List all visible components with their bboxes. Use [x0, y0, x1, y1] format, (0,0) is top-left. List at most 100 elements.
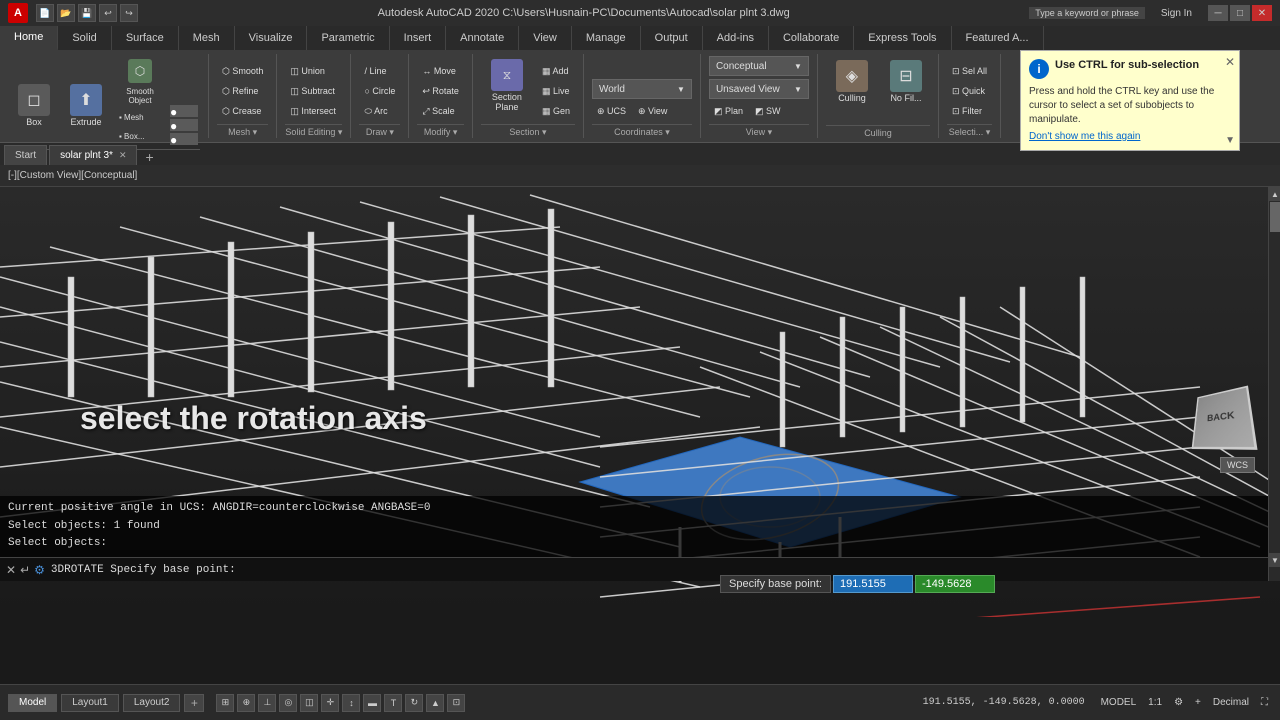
3dosnap-toggle[interactable]: ▲ — [426, 694, 444, 712]
small-btn-1[interactable]: ▪ Mesh — [114, 108, 166, 126]
plus-btn[interactable]: + — [1191, 697, 1205, 708]
undo-btn[interactable]: ↩ — [99, 4, 117, 22]
sign-in-btn[interactable]: Sign In — [1161, 8, 1192, 19]
tp-toggle[interactable]: T — [384, 694, 402, 712]
fullscreen-btn[interactable]: ⛶ — [1257, 697, 1272, 708]
tooltip-close-btn[interactable]: ✕ — [1225, 55, 1235, 69]
add-layout-btn[interactable]: + — [184, 694, 204, 712]
tab-output[interactable]: Output — [641, 26, 703, 50]
cmd-gear-icon[interactable]: ⚙ — [34, 563, 45, 577]
world-dropdown[interactable]: World ▼ — [592, 79, 692, 99]
lw-toggle[interactable]: ▬ — [363, 694, 381, 712]
settings-btn[interactable]: ⚙ — [1170, 697, 1187, 708]
tooltip-expand-icon[interactable]: ▼ — [1225, 135, 1235, 146]
select-btn-1[interactable]: ⊡ Sel All — [947, 62, 992, 80]
tab-add-button[interactable]: + — [139, 149, 159, 165]
mesh-btn-1[interactable]: ⬡ Smooth — [217, 62, 268, 80]
coord-btn-2[interactable]: ⊕ View — [633, 102, 672, 120]
select-btn-3[interactable]: ⊡ Filter — [947, 102, 992, 120]
conceptual-dropdown[interactable]: Conceptual ▼ — [709, 56, 809, 76]
right-scrollbar[interactable]: ▲ ▼ — [1268, 187, 1280, 581]
navcube-face[interactable]: BACK — [1192, 386, 1258, 450]
dyn-ucs-toggle[interactable]: ⊡ — [447, 694, 465, 712]
modify-btn-2[interactable]: ↩ Rotate — [417, 82, 464, 100]
scroll-up[interactable]: ▲ — [1269, 187, 1280, 201]
tab-express[interactable]: Express Tools — [854, 26, 951, 50]
tab-solid[interactable]: Solid — [58, 26, 111, 50]
draw-btn-1[interactable]: / Line — [359, 62, 400, 80]
box-button[interactable]: ◻ Box — [10, 79, 58, 145]
save-btn[interactable]: 💾 — [78, 4, 96, 22]
small-btn-2[interactable]: ▪ Box... — [114, 127, 166, 145]
section-plane-button[interactable]: ⧖ SectionPlane — [481, 54, 533, 120]
snap-toggle[interactable]: ⊕ — [237, 694, 255, 712]
modify-btn-3[interactable]: ⤢ Scale — [417, 102, 464, 120]
solid-btn-1[interactable]: ◫ Union — [285, 62, 341, 80]
section-btn-3[interactable]: ▦ Gen — [537, 102, 575, 120]
modify-btn-1[interactable]: ↔ Move — [417, 62, 464, 80]
new-btn[interactable]: 📄 — [36, 4, 54, 22]
scroll-thumb[interactable] — [1270, 202, 1280, 232]
tab-start[interactable]: Start — [4, 145, 47, 165]
ortho-toggle[interactable]: ⊥ — [258, 694, 276, 712]
tab-visualize[interactable]: Visualize — [235, 26, 308, 50]
tab-layout1[interactable]: Layout1 — [61, 694, 119, 712]
section-btn-2[interactable]: ▦ Live — [537, 82, 575, 100]
tab-addins[interactable]: Add-ins — [703, 26, 769, 50]
tab-layout2[interactable]: Layout2 — [123, 694, 181, 712]
tab-surface[interactable]: Surface — [112, 26, 179, 50]
polar-toggle[interactable]: ◎ — [279, 694, 297, 712]
command-prompt[interactable]: 3DROTATE Specify base point: — [51, 564, 1280, 576]
scale-label[interactable]: 1:1 — [1144, 697, 1166, 708]
tab-collaborate[interactable]: Collaborate — [769, 26, 854, 50]
navcube[interactable]: BACK — [1190, 387, 1250, 447]
grid-toggle[interactable]: ⊞ — [216, 694, 234, 712]
minimize-btn[interactable]: ─ — [1208, 5, 1228, 21]
smooth-object-button[interactable]: ⬡ — [114, 54, 166, 86]
coord-btn-1[interactable]: ⊕ UCS — [592, 102, 631, 120]
tab-solar-plant[interactable]: solar plnt 3* ✕ — [49, 145, 137, 165]
scroll-down[interactable]: ▼ — [1269, 553, 1280, 567]
wcs-label[interactable]: WCS — [1220, 457, 1255, 473]
unsaved-view-dropdown[interactable]: Unsaved View ▼ — [709, 79, 809, 99]
sel-cycle[interactable]: ↻ — [405, 694, 423, 712]
open-btn[interactable]: 📂 — [57, 4, 75, 22]
osnap-toggle[interactable]: ◫ — [300, 694, 318, 712]
dyn-toggle[interactable]: ↕ — [342, 694, 360, 712]
tab-parametric[interactable]: Parametric — [307, 26, 389, 50]
cmd-cancel-icon[interactable]: ✕ — [6, 563, 16, 577]
view-btn-2[interactable]: ◩ SW — [750, 102, 786, 120]
coord-y-input[interactable]: -149.5628 — [915, 575, 995, 593]
view-btn-1[interactable]: ◩ Plan — [709, 102, 748, 120]
solid-btn-3[interactable]: ◫ Intersect — [285, 102, 341, 120]
coord-x-input[interactable]: 191.5155 — [833, 575, 913, 593]
culling-button[interactable]: ◈ Culling — [826, 55, 878, 121]
maximize-btn[interactable]: □ — [1230, 5, 1250, 21]
tab-manage[interactable]: Manage — [572, 26, 641, 50]
tab-model[interactable]: Model — [8, 694, 57, 712]
tooltip-link[interactable]: Don't show me this again — [1029, 131, 1231, 142]
tab-mesh[interactable]: Mesh — [179, 26, 235, 50]
tab-annotate[interactable]: Annotate — [446, 26, 519, 50]
extrude-button[interactable]: ⬆ Extrude — [62, 79, 110, 145]
cmd-confirm-icon[interactable]: ↵ — [20, 563, 30, 577]
search-box[interactable]: Type a keyword or phrase — [1029, 7, 1145, 19]
no-filter-button[interactable]: ⊟ No Fil... — [882, 55, 930, 121]
mesh-btn-2[interactable]: ⬡ Refine — [217, 82, 268, 100]
draw-btn-3[interactable]: ⬭ Arc — [359, 102, 400, 120]
section-btn-1[interactable]: ▦ Add — [537, 62, 575, 80]
tab-view[interactable]: View — [519, 26, 572, 50]
tab-home[interactable]: Home — [0, 26, 58, 50]
solid-btn-2[interactable]: ◫ Subtract — [285, 82, 341, 100]
close-btn[interactable]: ✕ — [1252, 5, 1272, 21]
tab-insert[interactable]: Insert — [390, 26, 447, 50]
tab-close-icon[interactable]: ✕ — [119, 150, 127, 161]
otrack-toggle[interactable]: ✛ — [321, 694, 339, 712]
decimal-label[interactable]: Decimal — [1209, 697, 1253, 708]
viewport[interactable]: X Y Z select the rotation axis Specify b… — [0, 187, 1280, 617]
draw-btn-2[interactable]: ○ Circle — [359, 82, 400, 100]
redo-btn[interactable]: ↪ — [120, 4, 138, 22]
tab-featured[interactable]: Featured A... — [952, 26, 1044, 50]
select-btn-2[interactable]: ⊡ Quick — [947, 82, 992, 100]
mesh-btn-3[interactable]: ⬡ Crease — [217, 102, 268, 120]
